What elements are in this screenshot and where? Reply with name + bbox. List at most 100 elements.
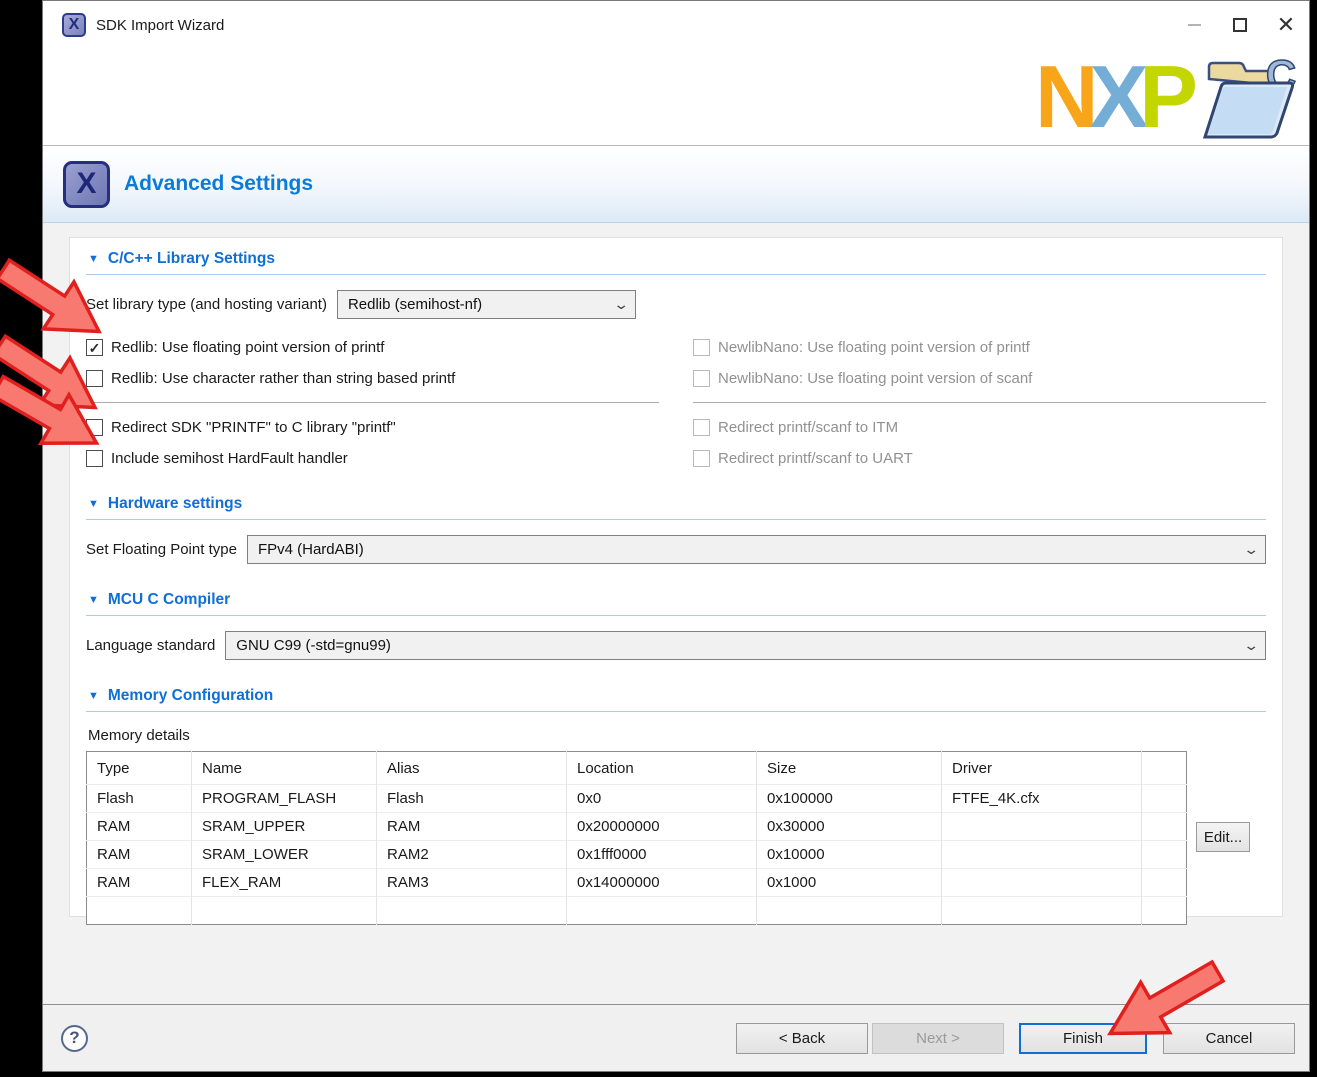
cell-name[interactable]: SRAM_LOWER bbox=[192, 841, 377, 869]
cell-size[interactable]: 0x10000 bbox=[757, 841, 942, 869]
cancel-button[interactable]: Cancel bbox=[1163, 1023, 1295, 1054]
checkbox-label: Redirect printf/scanf to ITM bbox=[718, 419, 898, 436]
cell-location[interactable] bbox=[567, 897, 757, 925]
next-button: Next > bbox=[872, 1023, 1004, 1054]
column-header-size[interactable]: Size bbox=[757, 752, 942, 785]
page-title: Advanced Settings bbox=[124, 172, 313, 196]
memory-table[interactable]: Type Name Alias Location Size Driver Fla… bbox=[86, 751, 1187, 925]
table-row[interactable]: Flash PROGRAM_FLASH Flash 0x0 0x100000 F… bbox=[87, 785, 1187, 813]
cell-type[interactable]: RAM bbox=[87, 869, 192, 897]
checkbox-box[interactable] bbox=[86, 450, 103, 467]
collapse-triangle-icon: ▼ bbox=[88, 499, 99, 510]
floating-point-select[interactable]: FPv4 (HardABI) ⌄ bbox=[247, 535, 1266, 564]
cell-spacer bbox=[1142, 813, 1187, 841]
cell-alias[interactable]: RAM3 bbox=[377, 869, 567, 897]
finish-button[interactable]: Finish bbox=[1019, 1023, 1147, 1054]
cell-alias[interactable] bbox=[377, 897, 567, 925]
maximize-button[interactable] bbox=[1217, 1, 1263, 49]
cell-name[interactable]: FLEX_RAM bbox=[192, 869, 377, 897]
page-banner: X Advanced Settings bbox=[43, 146, 1309, 223]
cell-type[interactable]: RAM bbox=[87, 841, 192, 869]
cell-spacer bbox=[1142, 785, 1187, 813]
checkbox-redirect-itm: Redirect printf/scanf to ITM bbox=[693, 412, 1266, 443]
wizard-body: ▼ C/C++ Library Settings Set library typ… bbox=[43, 223, 1309, 1004]
collapse-triangle-icon: ▼ bbox=[88, 595, 99, 606]
cell-driver[interactable] bbox=[942, 813, 1142, 841]
wizard-header: NXP C bbox=[43, 49, 1309, 146]
maximize-icon bbox=[1233, 18, 1247, 32]
checkbox-box[interactable] bbox=[86, 419, 103, 436]
cell-spacer bbox=[1142, 897, 1187, 925]
cell-location[interactable]: 0x0 bbox=[567, 785, 757, 813]
sdk-import-wizard-dialog: X SDK Import Wizard ✕ NXP C X Advanced S… bbox=[42, 0, 1310, 1072]
footer-buttons: < Back Next > Finish Cancel bbox=[736, 1023, 1295, 1054]
memory-table-header-row: Type Name Alias Location Size Driver bbox=[87, 752, 1187, 785]
checkbox-redlib-char-printf[interactable]: Redlib: Use character rather than string… bbox=[86, 363, 659, 394]
library-checkbox-column-left: ✓ Redlib: Use floating point version of … bbox=[86, 332, 659, 474]
close-button[interactable]: ✕ bbox=[1263, 1, 1309, 49]
section-header-compiler[interactable]: ▼ MCU C Compiler bbox=[86, 587, 1266, 616]
cell-name[interactable]: SRAM_UPPER bbox=[192, 813, 377, 841]
cell-name[interactable]: PROGRAM_FLASH bbox=[192, 785, 377, 813]
edit-button[interactable]: Edit... bbox=[1196, 822, 1250, 852]
checkbox-redirect-sdk-printf[interactable]: Redirect SDK "PRINTF" to C library "prin… bbox=[86, 412, 659, 443]
section-header-hardware[interactable]: ▼ Hardware settings bbox=[86, 491, 1266, 520]
back-button[interactable]: < Back bbox=[736, 1023, 868, 1054]
cell-driver[interactable] bbox=[942, 869, 1142, 897]
column-header-driver[interactable]: Driver bbox=[942, 752, 1142, 785]
cell-size[interactable]: 0x1000 bbox=[757, 869, 942, 897]
cell-name[interactable] bbox=[192, 897, 377, 925]
checkbox-box[interactable] bbox=[86, 370, 103, 387]
cell-alias[interactable]: RAM bbox=[377, 813, 567, 841]
cell-type[interactable] bbox=[87, 897, 192, 925]
cell-driver[interactable]: FTFE_4K.cfx bbox=[942, 785, 1142, 813]
cell-location[interactable]: 0x1fff0000 bbox=[567, 841, 757, 869]
column-header-name[interactable]: Name bbox=[192, 752, 377, 785]
section-title-memory: Memory Configuration bbox=[108, 687, 273, 705]
memory-details-label: Memory details bbox=[88, 727, 1266, 744]
checkbox-box bbox=[693, 339, 710, 356]
cell-size[interactable]: 0x100000 bbox=[757, 785, 942, 813]
cell-alias[interactable]: RAM2 bbox=[377, 841, 567, 869]
cell-type[interactable]: RAM bbox=[87, 813, 192, 841]
checkbox-box[interactable]: ✓ bbox=[86, 339, 103, 356]
checkbox-label: Include semihost HardFault handler bbox=[111, 450, 348, 467]
checkbox-label: NewlibNano: Use floating point version o… bbox=[718, 370, 1032, 387]
cell-size[interactable]: 0x30000 bbox=[757, 813, 942, 841]
cell-driver[interactable] bbox=[942, 841, 1142, 869]
checkbox-box bbox=[693, 450, 710, 467]
cell-alias[interactable]: Flash bbox=[377, 785, 567, 813]
cell-type[interactable]: Flash bbox=[87, 785, 192, 813]
cell-size[interactable] bbox=[757, 897, 942, 925]
help-button[interactable]: ? bbox=[61, 1025, 88, 1052]
window-controls: ✕ bbox=[1171, 1, 1309, 49]
library-checkbox-grid: ✓ Redlib: Use floating point version of … bbox=[86, 332, 1266, 474]
column-header-type[interactable]: Type bbox=[87, 752, 192, 785]
cell-location[interactable]: 0x20000000 bbox=[567, 813, 757, 841]
table-row[interactable]: RAM FLEX_RAM RAM3 0x14000000 0x1000 bbox=[87, 869, 1187, 897]
section-title-hardware: Hardware settings bbox=[108, 495, 242, 513]
wizard-footer: ? < Back Next > Finish Cancel bbox=[43, 1004, 1309, 1071]
checkbox-box bbox=[693, 370, 710, 387]
checkbox-newlibnano-scanf: NewlibNano: Use floating point version o… bbox=[693, 363, 1266, 394]
cell-driver[interactable] bbox=[942, 897, 1142, 925]
library-type-label: Set library type (and hosting variant) bbox=[86, 296, 327, 313]
section-header-library[interactable]: ▼ C/C++ Library Settings bbox=[86, 246, 1266, 275]
minimize-icon bbox=[1188, 24, 1201, 26]
cell-location[interactable]: 0x14000000 bbox=[567, 869, 757, 897]
table-row-empty[interactable] bbox=[87, 897, 1187, 925]
table-row[interactable]: RAM SRAM_UPPER RAM 0x20000000 0x30000 bbox=[87, 813, 1187, 841]
minimize-button[interactable] bbox=[1171, 1, 1217, 49]
checkbox-label: Redirect SDK "PRINTF" to C library "prin… bbox=[111, 419, 396, 436]
table-row[interactable]: RAM SRAM_LOWER RAM2 0x1fff0000 0x10000 bbox=[87, 841, 1187, 869]
checkbox-semihost-hardfault[interactable]: Include semihost HardFault handler bbox=[86, 443, 659, 474]
checkbox-redlib-float-printf[interactable]: ✓ Redlib: Use floating point version of … bbox=[86, 332, 659, 363]
checkbox-label: Redlib: Use floating point version of pr… bbox=[111, 339, 384, 356]
floating-point-row: Set Floating Point type FPv4 (HardABI) ⌄ bbox=[86, 535, 1266, 564]
language-standard-select[interactable]: GNU C99 (-std=gnu99) ⌄ bbox=[225, 631, 1266, 660]
column-header-location[interactable]: Location bbox=[567, 752, 757, 785]
library-type-select[interactable]: Redlib (semihost-nf) ⌄ bbox=[337, 290, 636, 319]
floating-point-value: FPv4 (HardABI) bbox=[258, 541, 364, 558]
column-header-alias[interactable]: Alias bbox=[377, 752, 567, 785]
section-header-memory[interactable]: ▼ Memory Configuration bbox=[86, 683, 1266, 712]
